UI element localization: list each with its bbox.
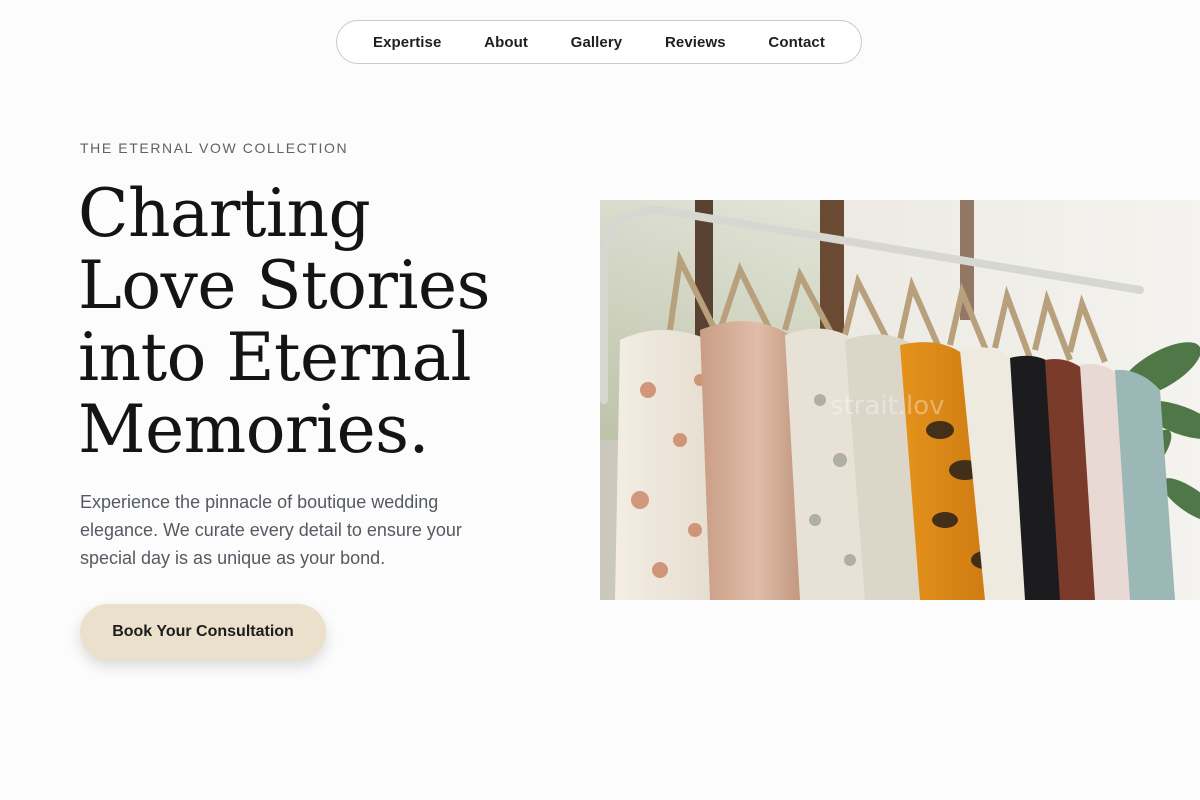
nav-link-reviews[interactable]: Reviews: [665, 34, 726, 51]
image-watermark: strait.lov: [830, 391, 945, 421]
hero-eyebrow: THE ETERNAL VOW COLLECTION: [80, 140, 349, 156]
hero-description: Experience the pinnacle of boutique wedd…: [80, 492, 462, 568]
headline-line: Love Stories: [78, 247, 490, 324]
top-navigation: Expertise About Gallery Reviews Contact: [336, 20, 862, 64]
hero-image-clothing-rack: strait.lov: [600, 200, 1200, 600]
nav-link-gallery[interactable]: Gallery: [571, 34, 623, 51]
page: Expertise About Gallery Reviews Contact …: [0, 0, 1200, 800]
nav-link-expertise[interactable]: Expertise: [373, 34, 441, 51]
nav-link-about[interactable]: About: [484, 34, 528, 51]
nav-link-contact[interactable]: Contact: [768, 34, 825, 51]
headline-line: into Eternal: [78, 319, 472, 396]
book-consultation-button[interactable]: Book Your Consultation: [80, 604, 326, 660]
hero-headline: Charting Love Stories into Eternal Memor…: [78, 178, 548, 466]
clothing-rack-illustration: strait.lov: [600, 200, 1200, 600]
headline-line: Charting: [78, 175, 371, 252]
headline-line: Memories.: [78, 391, 430, 468]
